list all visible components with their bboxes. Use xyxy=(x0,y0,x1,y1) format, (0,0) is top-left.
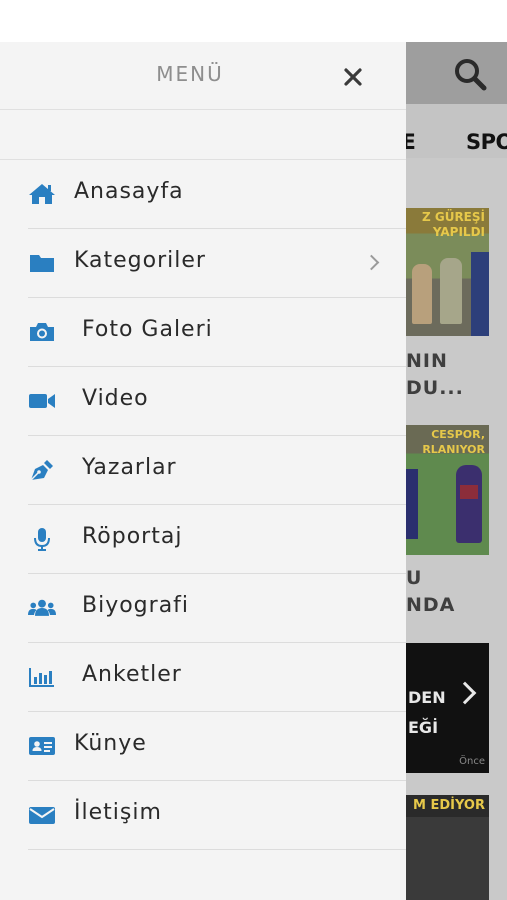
watermark-logo: Önce xyxy=(459,756,485,767)
menu-item-label: İletişim xyxy=(74,800,162,825)
menu-item-anasayfa[interactable]: Anasayfa xyxy=(28,160,406,229)
menu-item-label: Anketler xyxy=(82,662,182,687)
folder-icon xyxy=(28,251,56,275)
menu-item-label: Anasayfa xyxy=(74,179,184,204)
slider-card[interactable]: DEN EĞİ Önce xyxy=(406,643,489,773)
caption-line: DEN xyxy=(408,688,446,707)
menu-item-foto-galeri[interactable]: Foto Galeri xyxy=(28,298,406,367)
search-icon[interactable] xyxy=(453,57,487,91)
menu-item-kunye[interactable]: Künye xyxy=(28,712,406,781)
slider-caption: DEN EĞİ xyxy=(408,683,446,743)
drawer-spacer xyxy=(0,110,406,160)
headline-line: NDA xyxy=(406,594,456,616)
headline-line: NIN xyxy=(406,350,448,372)
menu-item-label: Biyografi xyxy=(82,593,190,618)
envelope-icon xyxy=(28,803,56,827)
thumbnail-caption: Z GÜREŞİ YAPILDI xyxy=(421,210,485,239)
status-bar xyxy=(0,0,507,42)
home-icon xyxy=(28,182,56,206)
menu-item-yazarlar[interactable]: Yazarlar xyxy=(28,436,406,505)
menu-item-label: Kategoriler xyxy=(74,248,206,273)
menu-item-anketler[interactable]: Anketler xyxy=(28,643,406,712)
menu-item-video[interactable]: Video xyxy=(28,367,406,436)
menu-item-label: Foto Galeri xyxy=(82,317,213,342)
news-thumbnail[interactable]: M EDİYOR xyxy=(406,795,489,900)
chevron-right-icon xyxy=(363,254,380,271)
headline-line: U xyxy=(406,567,423,589)
news-headline[interactable]: U NDA xyxy=(406,565,455,619)
news-headline[interactable]: NIN DU... xyxy=(406,348,464,402)
menu-item-iletisim[interactable]: İletişim xyxy=(28,781,406,850)
pen-nib-icon xyxy=(28,458,56,482)
thumbnail-caption: M EDİYOR xyxy=(413,798,485,813)
caption-line: EĞİ xyxy=(408,718,439,737)
photo-figure xyxy=(406,469,418,539)
close-icon[interactable] xyxy=(340,64,366,90)
menu-item-label: Röportaj xyxy=(82,524,183,549)
menu-item-label: Video xyxy=(82,386,149,411)
menu-item-label: Yazarlar xyxy=(82,455,177,480)
photo-figure xyxy=(456,465,482,543)
microphone-icon xyxy=(28,527,56,551)
photo-figure xyxy=(412,264,432,324)
menu-item-biyografi[interactable]: Biyografi xyxy=(28,574,406,643)
drawer-menu: Anasayfa Kategoriler Foto Galeri Video Y… xyxy=(0,160,406,850)
id-card-icon xyxy=(28,734,56,758)
news-thumbnail[interactable]: Z GÜREŞİ YAPILDI xyxy=(406,208,489,336)
photo-figure xyxy=(440,258,462,324)
headline-line: DU... xyxy=(406,377,464,399)
tab-label[interactable]: SPO xyxy=(466,130,507,154)
chevron-right-icon[interactable] xyxy=(453,681,477,705)
bar-chart-icon xyxy=(28,665,56,689)
news-thumbnail[interactable]: CESPOR, RLANIYOR xyxy=(406,425,489,555)
drawer-title: MENÜ xyxy=(156,62,224,86)
drawer-header: MENÜ xyxy=(0,42,406,110)
side-drawer: MENÜ Anasayfa Kategoriler Foto Galeri Vi… xyxy=(0,42,406,900)
users-icon xyxy=(28,596,56,620)
camera-icon xyxy=(28,320,56,344)
video-camera-icon xyxy=(28,389,56,413)
thumbnail-caption: CESPOR, RLANIYOR xyxy=(422,428,485,456)
menu-item-kategoriler[interactable]: Kategoriler xyxy=(28,229,406,298)
photo-background xyxy=(471,252,489,336)
menu-item-roportaj[interactable]: Röportaj xyxy=(28,505,406,574)
menu-item-label: Künye xyxy=(74,731,147,756)
